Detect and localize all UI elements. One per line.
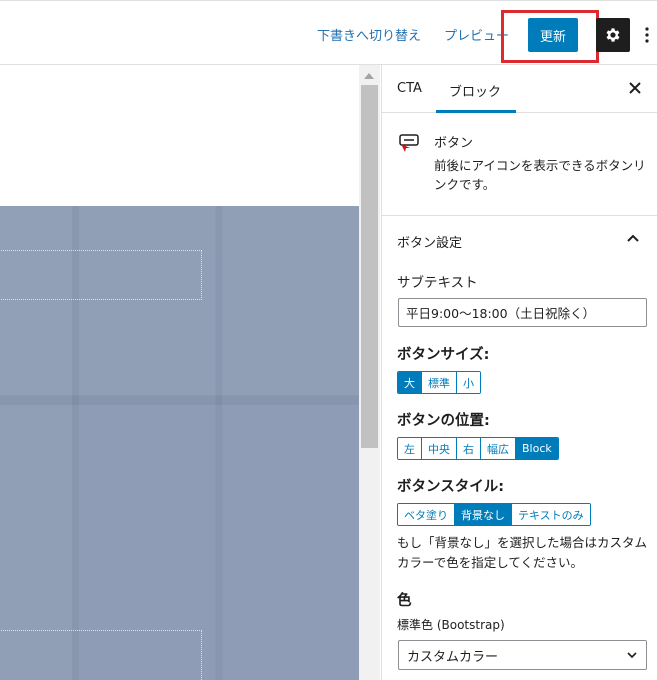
editor-screen: 下書きへ切り替え プレビュー 更新 CTA ブロック ボタン 前後にアイコンを表… [0, 0, 657, 680]
settings-button[interactable] [596, 18, 630, 52]
button-size-group: 大 標準 小 [397, 371, 481, 394]
tab-block[interactable]: ブロック [449, 81, 501, 100]
size-option-small[interactable]: 小 [457, 372, 480, 393]
gear-icon [606, 28, 620, 42]
standard-color-value: カスタムカラー [407, 649, 499, 665]
close-sidebar-button[interactable] [625, 78, 645, 98]
color-heading: 色 [397, 593, 412, 609]
button-size-label: ボタンサイズ: [397, 347, 490, 363]
block-outline[interactable] [0, 630, 202, 680]
block-description: 前後にアイコンを表示できるボタンリンクです。 [434, 158, 646, 192]
vertical-ellipsis-icon [645, 27, 649, 43]
chevron-down-icon [627, 652, 637, 659]
block-outline[interactable] [0, 250, 202, 300]
style-option-outline[interactable]: 背景なし [455, 504, 512, 525]
position-option-left[interactable]: 左 [398, 438, 422, 459]
position-option-center[interactable]: 中央 [422, 438, 457, 459]
style-option-text-only[interactable]: テキストのみ [512, 504, 590, 525]
more-options-button[interactable] [640, 18, 654, 52]
scroll-up-arrow-icon[interactable] [364, 73, 374, 79]
style-option-solid[interactable]: ベタ塗り [398, 504, 455, 525]
size-option-large[interactable]: 大 [398, 372, 422, 393]
close-icon [629, 82, 641, 94]
standard-color-select[interactable]: カスタムカラー [398, 640, 647, 670]
button-position-label: ボタンの位置: [397, 413, 490, 429]
chevron-up-icon [627, 234, 639, 242]
position-option-right[interactable]: 右 [457, 438, 481, 459]
switch-to-draft-link[interactable]: 下書きへ切り替え [317, 25, 421, 44]
scroll-thumb[interactable] [361, 85, 378, 448]
editor-header: 下書きへ切り替え プレビュー 更新 [0, 0, 657, 65]
button-style-group: ベタ塗り 背景なし テキストのみ [397, 503, 591, 526]
standard-color-label: 標準色 (Bootstrap) [397, 618, 505, 632]
size-option-standard[interactable]: 標準 [422, 372, 457, 393]
subtext-input[interactable] [398, 298, 647, 327]
position-option-wide[interactable]: 幅広 [481, 438, 516, 459]
canvas-scrollbar[interactable] [359, 65, 380, 680]
button-position-group: 左 中央 右 幅広 Block [397, 437, 559, 460]
settings-sidebar: CTA ブロック ボタン 前後にアイコンを表示できるボタンリンクです。 ボタン設… [381, 65, 657, 680]
update-button[interactable]: 更新 [528, 18, 578, 52]
cover-block[interactable] [0, 206, 359, 680]
editor-canvas[interactable] [0, 65, 359, 680]
button-block-icon [399, 134, 419, 152]
panel-title: ボタン設定 [397, 236, 463, 251]
position-option-block[interactable]: Block [516, 438, 558, 459]
subtext-label: サブテキスト [397, 275, 478, 291]
block-title: ボタン [434, 136, 474, 151]
button-style-label: ボタンスタイル: [397, 479, 505, 495]
tab-cta[interactable]: CTA [397, 81, 422, 96]
block-card: ボタン 前後にアイコンを表示できるボタンリンクです。 [382, 113, 657, 216]
sidebar-tabs: CTA ブロック [382, 65, 657, 113]
style-help-text: もし「背景なし」を選択した場合はカスタムカラーで色を指定してください。 [397, 535, 648, 570]
button-settings-panel-toggle[interactable]: ボタン設定 [382, 217, 657, 261]
